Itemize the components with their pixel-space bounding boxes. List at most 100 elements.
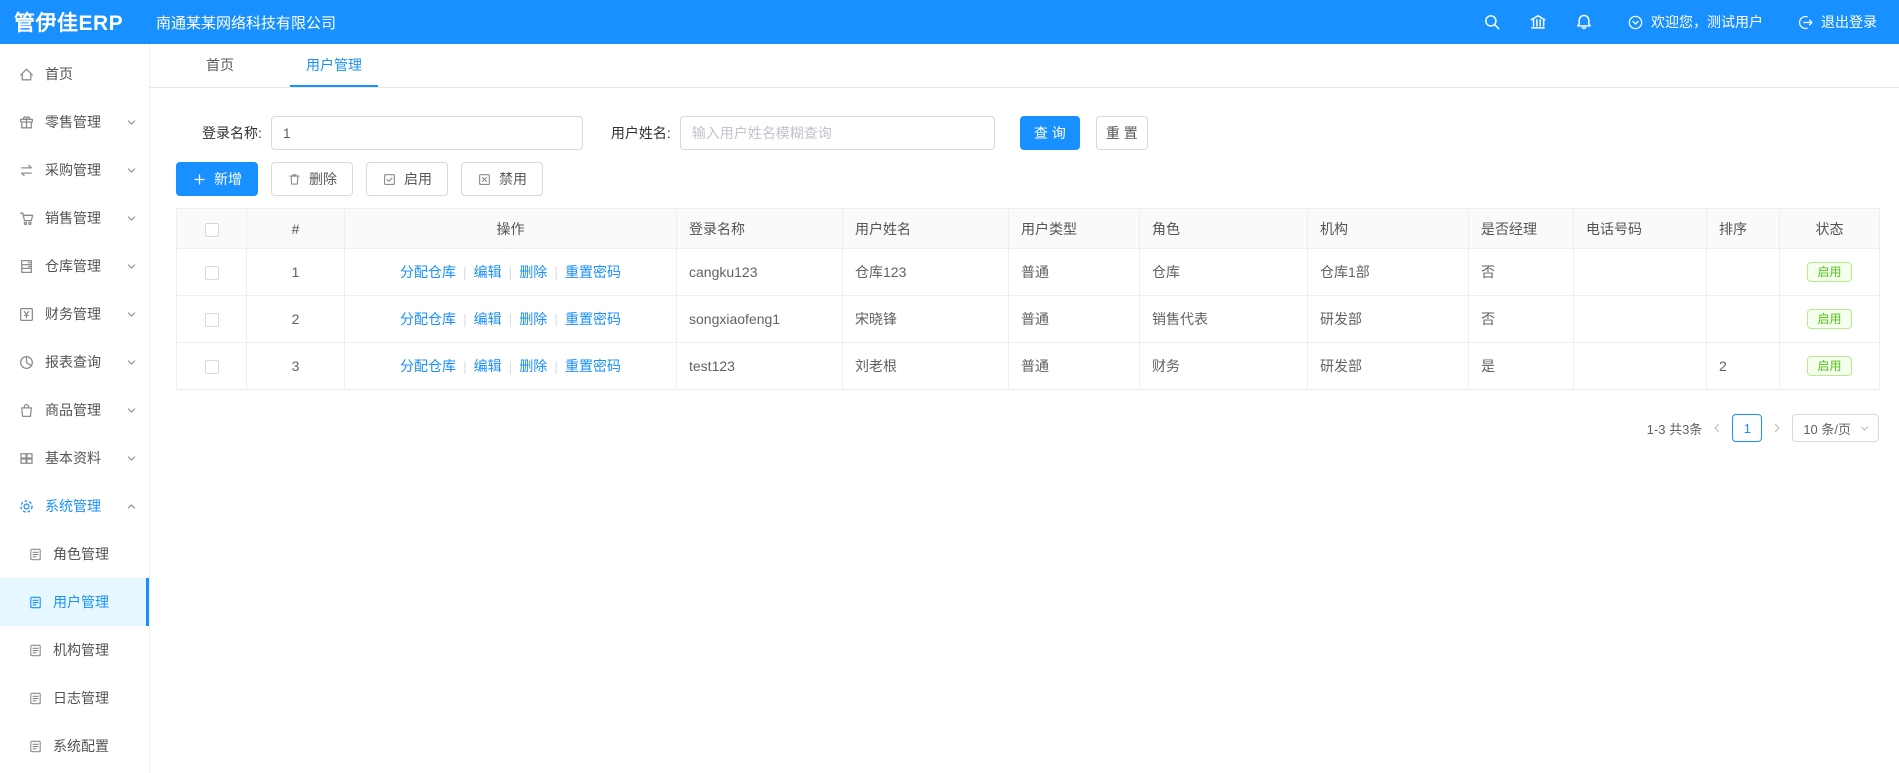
col-sort: 排序 [1706,208,1780,249]
bell-icon[interactable] [1575,13,1593,31]
tab-bar: 首页 用户管理 [150,44,1899,88]
top-header: 管伊佳ERP 南通某某网络科技有限公司 欢迎您，测试用户 退出登录 [0,0,1899,44]
sidebar-subitem-users[interactable]: 用户管理 [0,578,149,626]
cell-login: test123 [676,342,843,390]
sidebar-item-products[interactable]: 商品管理 [0,386,149,434]
row-checkbox[interactable] [204,266,219,281]
reset-password-link[interactable]: 重置密码 [565,358,621,374]
cell-manager: 是 [1468,342,1574,390]
welcome-text: 欢迎您，测试用户 [1651,14,1763,30]
search-button[interactable]: 查 询 [1019,116,1080,150]
table-row: 2 分配仓库 | 编辑 | 删除 | 重置密码 songxiaofeng1 宋晓锋 普通 销… [176,295,1880,343]
user-name-label: 用户姓名: [610,125,671,141]
header-actions: 欢迎您，测试用户 退出登录 [1483,12,1899,32]
prev-page-icon[interactable] [1711,422,1723,434]
col-phone: 电话号码 [1573,208,1707,249]
table-row: 1 分配仓库 | 编辑 | 删除 | 重置密码 cangku123 仓库123 普通 仓库 … [176,248,1880,296]
user-name-input[interactable] [679,116,995,150]
delete-button[interactable]: 删除 [271,162,353,196]
status-badge: 启用 [1807,356,1852,376]
sidebar-subitem-orgs[interactable]: 机构管理 [0,626,149,674]
login-name-label: 登录名称: [202,125,262,141]
sidebar-item-basedata[interactable]: 基本资料 [0,434,149,482]
chevron-down-icon [126,213,137,224]
row-checkbox[interactable] [204,360,219,375]
sidebar-item-retail[interactable]: 零售管理 [0,98,149,146]
sidebar-item-purchase[interactable]: 采购管理 [0,146,149,194]
filter-row: 登录名称: 用户姓名: 查 询 重 置 [202,116,1880,150]
add-button[interactable]: 新增 [176,162,258,196]
cell-type: 普通 [1008,295,1140,343]
cell-role: 财务 [1139,342,1308,390]
delete-link[interactable]: 删除 [519,311,547,327]
disable-button[interactable]: 禁用 [461,162,543,196]
cell-role: 销售代表 [1139,295,1308,343]
col-role: 角色 [1139,208,1308,249]
chevron-down-icon [126,453,137,464]
search-icon[interactable] [1483,13,1501,31]
grid-icon [18,450,35,467]
sidebar-subitem-logs[interactable]: 日志管理 [0,674,149,722]
tab-home[interactable]: 首页 [190,44,250,87]
edit-link[interactable]: 编辑 [474,311,502,327]
document-icon [28,595,43,610]
select-all-checkbox[interactable] [204,222,219,237]
assign-warehouse-link[interactable]: 分配仓库 [400,311,456,327]
cell-actions: 分配仓库 | 编辑 | 删除 | 重置密码 [344,295,677,343]
sidebar: 首页 零售管理 采购管理 销售管理 仓库管理 财务管理 报表查询 商品管理 基本… [0,44,150,773]
page-number[interactable]: 1 [1732,414,1763,442]
cell-type: 普通 [1008,248,1140,296]
sidebar-subitem-roles[interactable]: 角色管理 [0,530,149,578]
document-icon [28,643,43,658]
cell-name: 仓库123 [842,248,1009,296]
cell-org: 研发部 [1307,295,1469,343]
bag-icon [18,402,35,419]
chevron-down-icon [126,117,137,128]
col-is-manager: 是否经理 [1468,208,1574,249]
sidebar-item-home[interactable]: 首页 [0,50,149,98]
cabinet-icon [18,258,35,275]
reset-button[interactable]: 重 置 [1095,116,1148,150]
sidebar-item-finance[interactable]: 财务管理 [0,290,149,338]
chevron-down-icon [126,261,137,272]
assign-warehouse-link[interactable]: 分配仓库 [400,264,456,280]
pagination-total: 1-3 共3条 [1646,421,1703,437]
reset-password-link[interactable]: 重置密码 [565,264,621,280]
edit-link[interactable]: 编辑 [474,264,502,280]
tab-user-management[interactable]: 用户管理 [290,44,378,87]
cell-login: songxiaofeng1 [676,295,843,343]
delete-link[interactable]: 删除 [519,264,547,280]
sidebar-subitem-config[interactable]: 系统配置 [0,722,149,770]
bank-icon[interactable] [1529,13,1547,31]
delete-link[interactable]: 删除 [519,358,547,374]
user-menu[interactable]: 欢迎您，测试用户 [1627,12,1763,32]
cell-name: 刘老根 [842,342,1009,390]
cross-square-icon [479,173,490,185]
gear-icon [18,498,35,515]
chevron-down-icon [126,309,137,320]
row-checkbox[interactable] [204,313,219,328]
assign-warehouse-link[interactable]: 分配仓库 [400,358,456,374]
cell-actions: 分配仓库 | 编辑 | 删除 | 重置密码 [344,248,677,296]
sidebar-item-warehouse[interactable]: 仓库管理 [0,242,149,290]
logout-button[interactable]: 退出登录 [1797,12,1877,32]
cell-role: 仓库 [1139,248,1308,296]
col-index: # [246,208,345,249]
reset-password-link[interactable]: 重置密码 [565,311,621,327]
cell-index: 3 [246,342,345,390]
chevron-down-icon [126,357,137,368]
page-size-select[interactable]: 10 条/页 [1792,414,1879,442]
sidebar-item-sales[interactable]: 销售管理 [0,194,149,242]
next-page-icon[interactable] [1771,422,1783,434]
col-org: 机构 [1307,208,1469,249]
users-table: # 操作 登录名称 用户姓名 用户类型 角色 机构 是否经理 电话号码 排序 状… [176,208,1880,390]
enable-button[interactable]: 启用 [366,162,448,196]
cell-phone [1573,295,1707,343]
logout-icon [1799,15,1813,29]
cell-sort [1706,248,1780,296]
check-square-icon [384,173,395,185]
sidebar-item-system[interactable]: 系统管理 [0,482,149,530]
login-name-input[interactable] [270,116,583,150]
edit-link[interactable]: 编辑 [474,358,502,374]
sidebar-item-reports[interactable]: 报表查询 [0,338,149,386]
